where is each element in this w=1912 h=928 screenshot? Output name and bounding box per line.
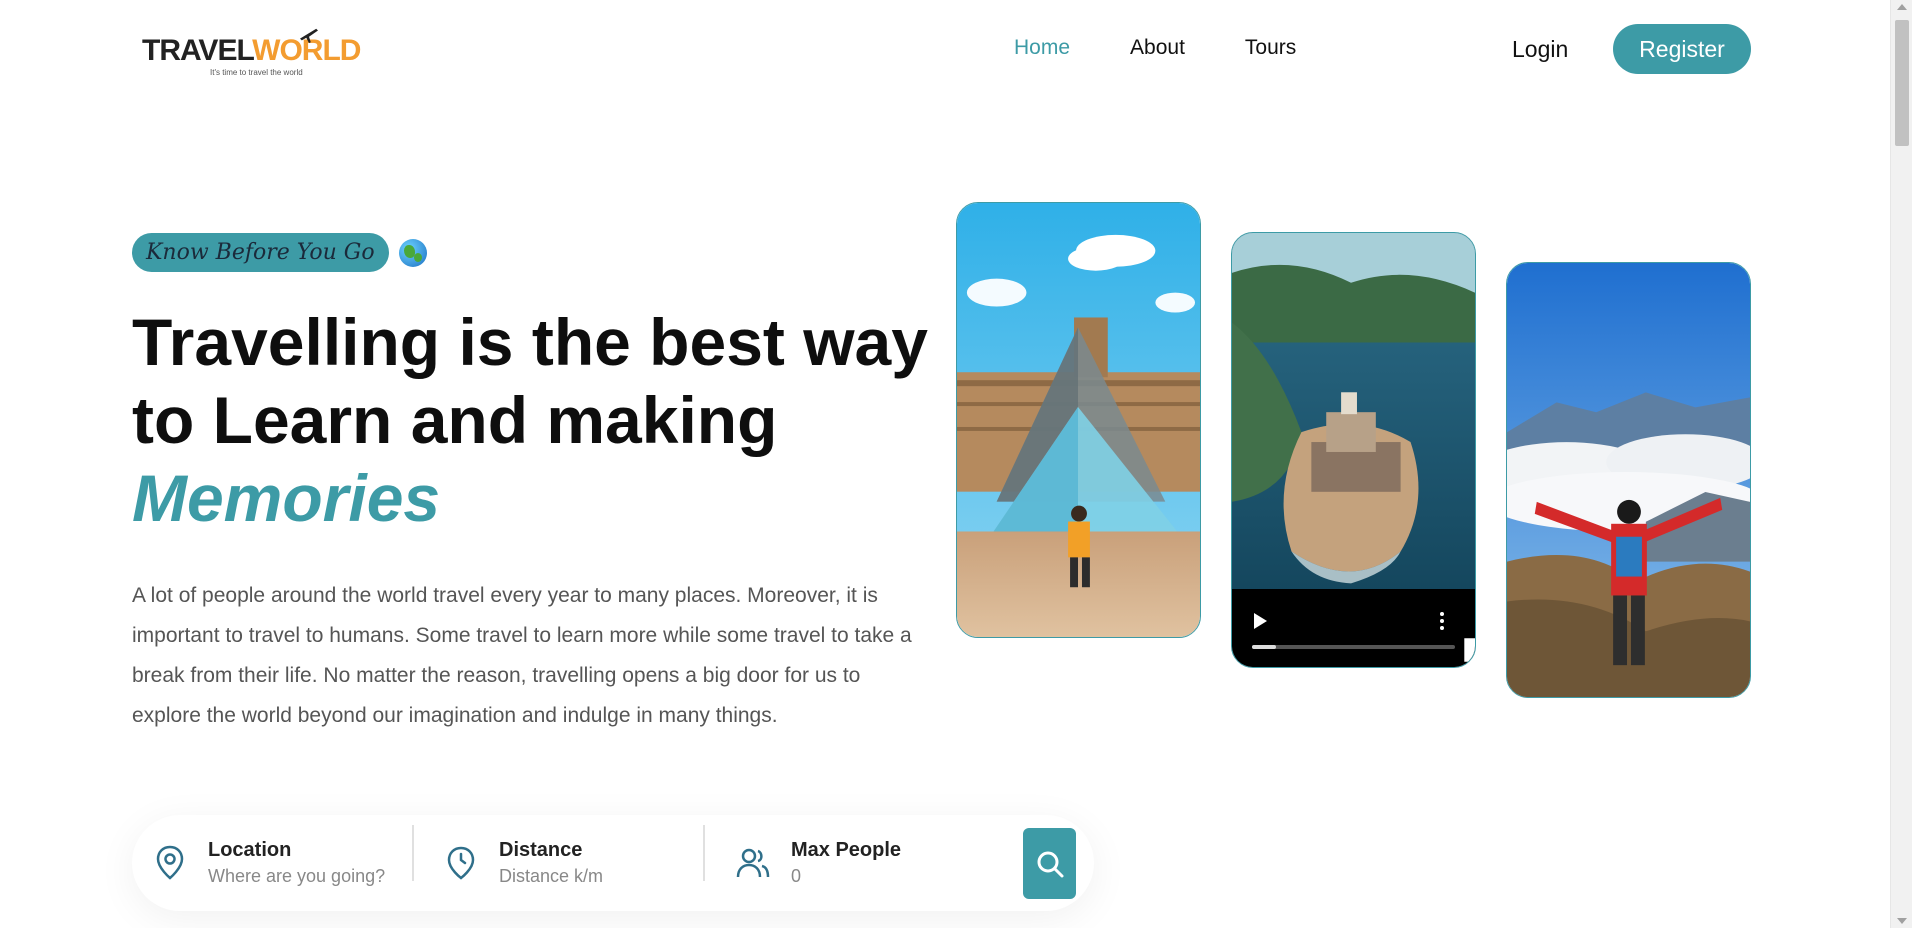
hero-title: Travelling is the best way to Learn and … — [132, 303, 932, 537]
map-pin-icon — [152, 843, 188, 883]
search-icon — [1037, 851, 1063, 877]
max-people-field: Max People — [735, 829, 981, 897]
louvre-pyramid-image — [957, 203, 1200, 637]
max-people-input[interactable] — [791, 866, 981, 887]
scroll-down-arrow[interactable] — [1897, 918, 1907, 924]
nav-home[interactable]: Home — [1014, 36, 1070, 60]
nav-about[interactable]: About — [1130, 36, 1185, 60]
search-divider — [703, 825, 705, 881]
page-scrollbar[interactable] — [1890, 0, 1912, 928]
hero-video[interactable] — [1231, 232, 1476, 668]
hero-subtitle-row: Know Before You Go — [132, 233, 427, 272]
users-icon — [735, 843, 771, 883]
plane-icon — [300, 28, 318, 44]
hero-image-louvre — [956, 202, 1201, 638]
max-people-label: Max People — [791, 839, 902, 861]
header: TRAVELWORLD It's time to travel the worl… — [0, 0, 1890, 100]
location-label: Location — [208, 839, 292, 861]
video-progress-bar[interactable] — [1252, 645, 1455, 649]
video-progress-fill — [1252, 645, 1277, 649]
hero-description: A lot of people around the world travel … — [132, 584, 912, 727]
clock-icon — [443, 843, 479, 883]
more-vertical-icon[interactable] — [1439, 611, 1445, 631]
hero-image-hiker — [1506, 262, 1751, 698]
logo[interactable]: TRAVELWORLD It's time to travel the worl… — [140, 26, 361, 82]
video-controls — [1232, 589, 1475, 667]
hero-subtitle: Know Before You Go — [132, 233, 389, 272]
play-icon[interactable] — [1254, 613, 1267, 629]
distance-label: Distance — [499, 839, 583, 861]
search-bar: Location Distance Max People — [132, 815, 1094, 911]
hero-title-line2: to Learn and making — [132, 383, 778, 457]
scroll-up-arrow[interactable] — [1897, 4, 1907, 10]
logo-text-travel: TRAVEL — [142, 34, 253, 67]
volume-icon[interactable] — [1374, 611, 1476, 668]
hero-title-accent: Memories — [132, 461, 441, 535]
login-button[interactable]: Login — [1512, 36, 1568, 63]
hiker-mountain-image — [1507, 263, 1750, 697]
main-nav: Home About Tours — [1014, 36, 1296, 60]
scroll-thumb[interactable] — [1895, 20, 1909, 146]
distance-input[interactable] — [499, 866, 689, 887]
logo-wordmark: TRAVELWORLD — [142, 34, 361, 68]
nav-tours[interactable]: Tours — [1245, 36, 1296, 60]
globe-icon — [398, 238, 427, 267]
search-button[interactable] — [1023, 828, 1076, 899]
search-divider — [412, 825, 414, 881]
logo-tagline: It's time to travel the world — [210, 68, 303, 77]
hero-title-line1: Travelling is the best way — [132, 305, 928, 379]
distance-field: Distance — [443, 829, 689, 897]
register-button[interactable]: Register — [1613, 24, 1751, 74]
location-input[interactable] — [208, 866, 398, 887]
location-field: Location — [152, 829, 398, 897]
